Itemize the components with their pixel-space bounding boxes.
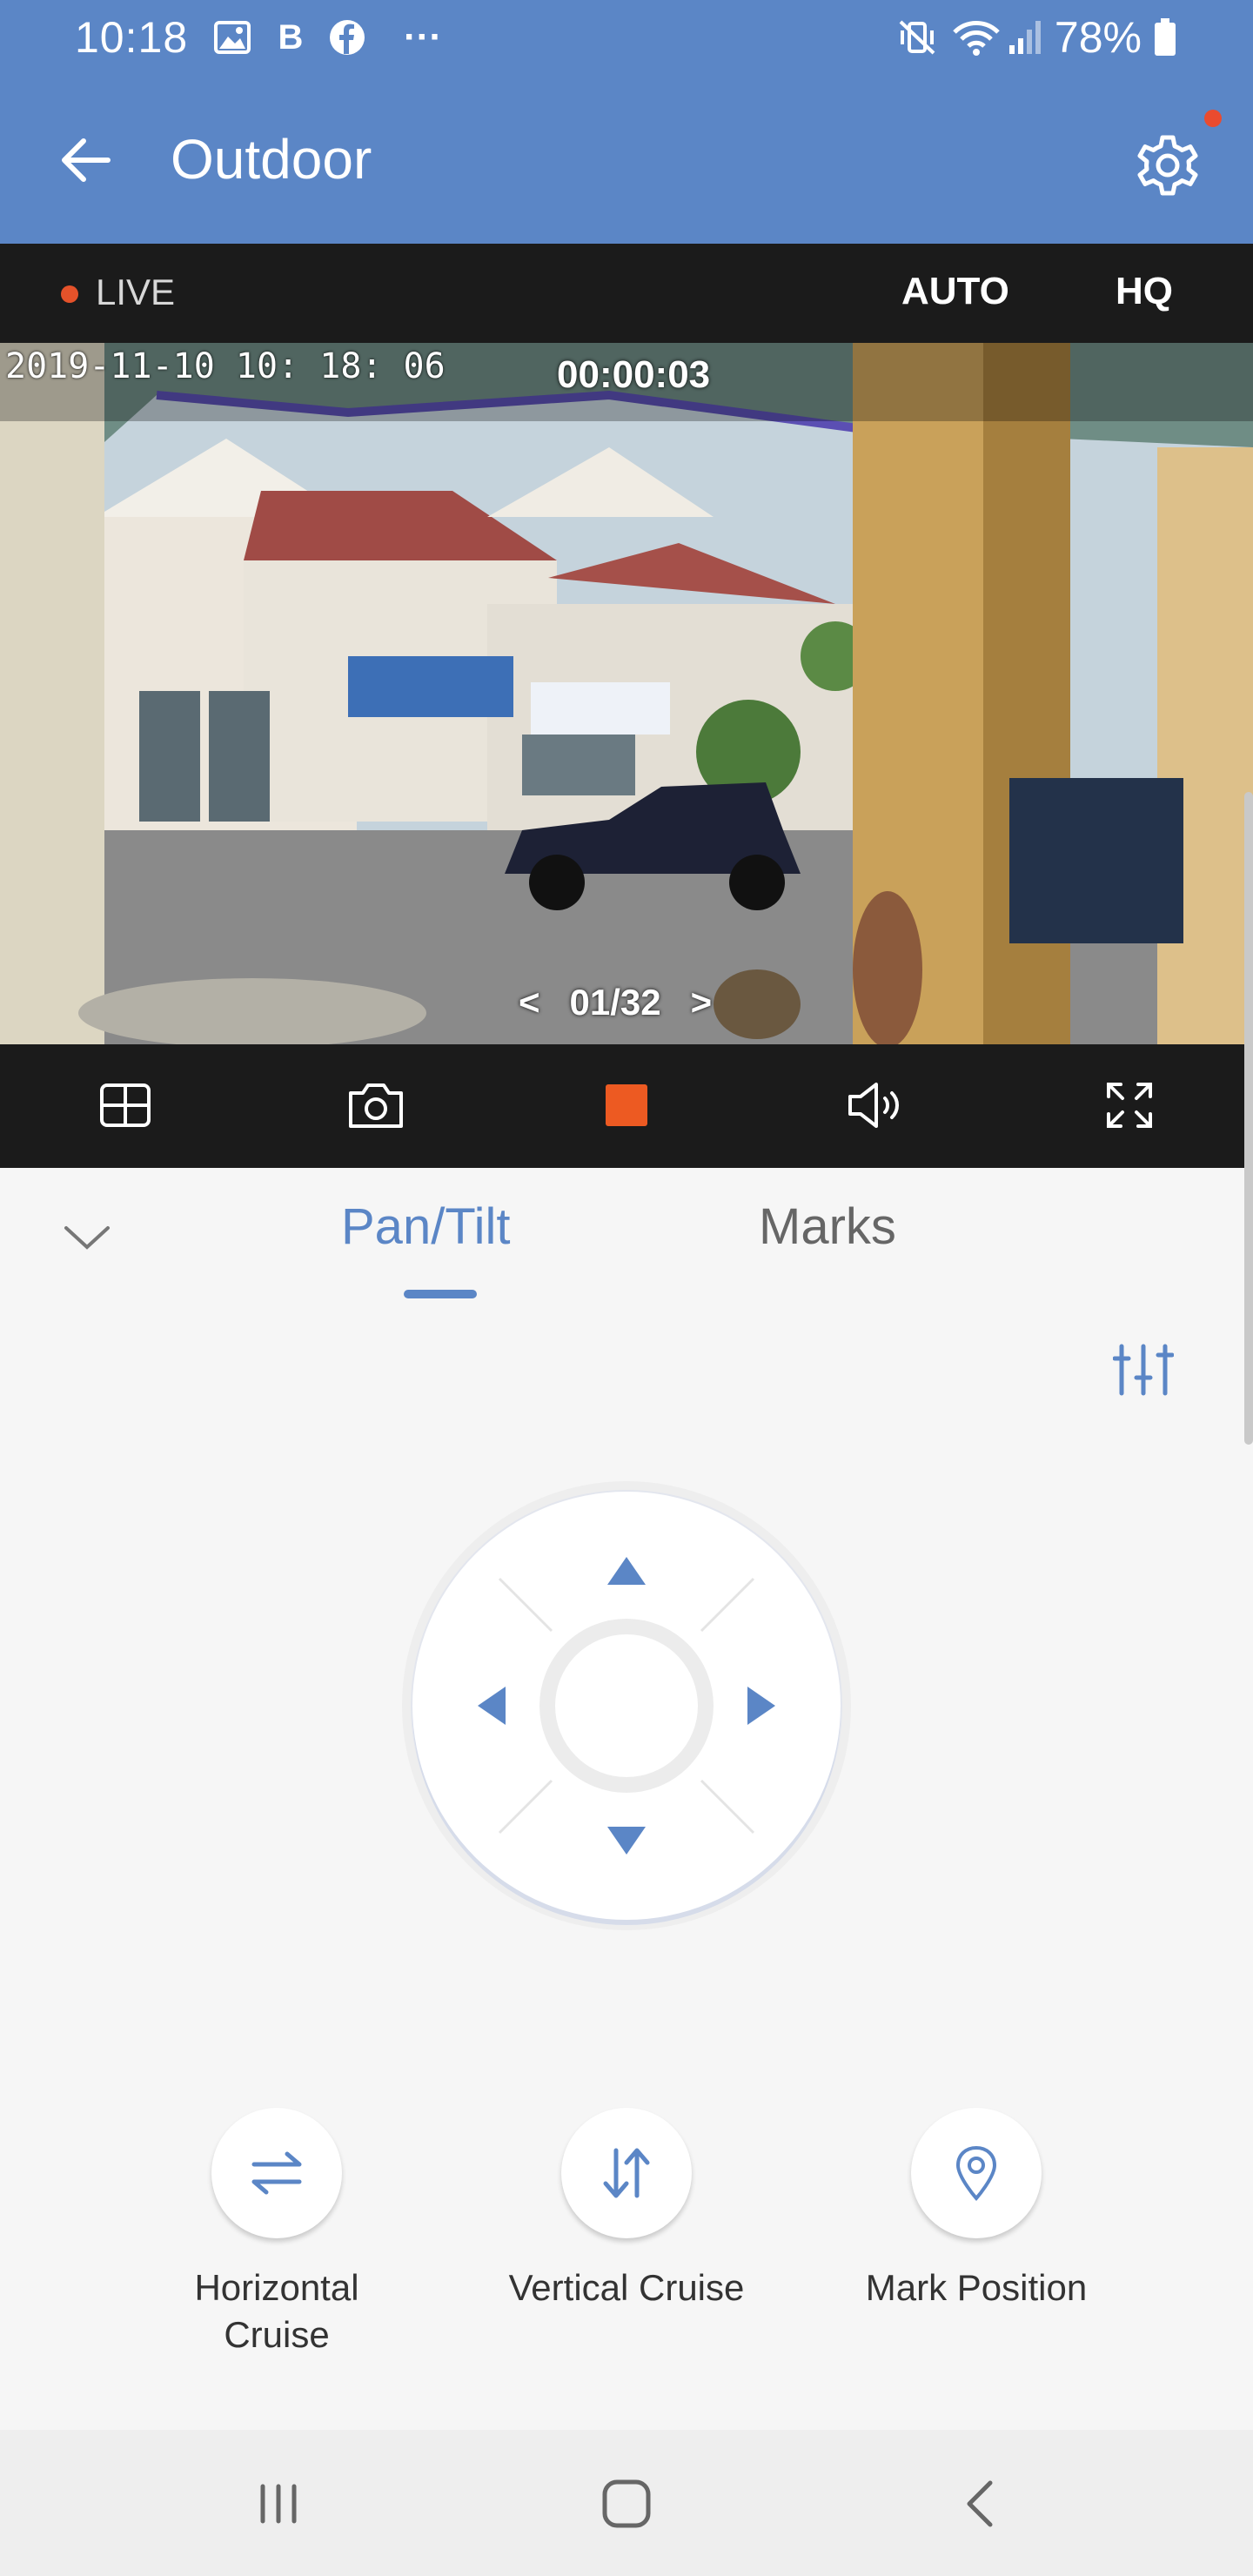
live-indicator-dot (61, 285, 78, 303)
signal-icon (1006, 17, 1044, 57)
home-button[interactable] (583, 2465, 670, 2543)
back-button[interactable] (50, 125, 120, 195)
settings-button[interactable] (1122, 120, 1213, 211)
mark-position-action[interactable]: Mark Position (828, 2108, 1124, 2311)
collapse-panel-button[interactable] (52, 1211, 122, 1264)
snapshot-camera-icon (349, 1083, 403, 1128)
quality-auto-button[interactable]: AUTO (901, 270, 1009, 313)
pan-right-button[interactable] (722, 1667, 801, 1745)
pan-down-button[interactable] (587, 1801, 666, 1880)
vertical-cruise-action[interactable]: Vertical Cruise (479, 2108, 774, 2311)
speaker-icon (848, 1083, 899, 1128)
facebook-icon (327, 17, 367, 57)
battery-icon (1152, 17, 1178, 57)
channel-next-button[interactable]: > (691, 982, 713, 1023)
arrow-up-icon (607, 1557, 646, 1585)
home-icon (602, 2479, 651, 2528)
status-time: 10:18 (75, 13, 189, 62)
arrow-left-triangle-icon (478, 1687, 506, 1725)
channel-prev-button[interactable]: < (519, 982, 540, 1023)
chevron-down-icon (64, 1226, 110, 1250)
scroll-indicator (1244, 792, 1253, 1445)
record-button[interactable] (583, 1062, 670, 1149)
more-dots-icon: ··· (404, 16, 442, 58)
wifi-icon (950, 17, 1002, 57)
arrow-down-icon (607, 1827, 646, 1855)
multi-view-grid-icon (100, 1083, 151, 1127)
live-bar: LIVE AUTO HQ (0, 244, 1253, 343)
gallery-icon (212, 17, 252, 57)
arrow-right-triangle-icon (747, 1687, 775, 1725)
tab-pan-tilt[interactable]: Pan/Tilt (341, 1197, 510, 1256)
sliders-icon (1113, 1344, 1174, 1396)
b-app-icon: B (278, 17, 304, 57)
multi-view-button[interactable] (82, 1062, 169, 1149)
app-bar: Outdoor (0, 77, 1253, 244)
horizontal-cruise-action[interactable]: Horizontal Cruise (129, 2108, 425, 2358)
ptz-settings-button[interactable] (1098, 1325, 1189, 1415)
channel-indicator: 01/32 (569, 982, 661, 1023)
audio-button[interactable] (834, 1062, 921, 1149)
fullscreen-button[interactable] (1086, 1062, 1173, 1149)
snapshot-button[interactable] (332, 1062, 419, 1149)
recording-timer: 00:00:03 (557, 353, 711, 396)
back-icon (967, 2480, 993, 2527)
recent-apps-button[interactable] (235, 2465, 322, 2543)
battery-percent: 78% (1054, 13, 1142, 62)
system-back-button[interactable] (936, 2465, 1023, 2543)
mute-vibrate-icon (896, 17, 938, 57)
joystick-center[interactable] (539, 1619, 714, 1793)
video-timestamp: 2019-11-10 10: 18: 06 (5, 346, 446, 386)
pan-up-button[interactable] (587, 1532, 666, 1610)
mark-position-label: Mark Position (865, 2267, 1088, 2308)
vertical-cruise-label: Vertical Cruise (508, 2267, 745, 2308)
pan-left-button[interactable] (452, 1667, 531, 1745)
stop-recording-icon (606, 1084, 647, 1126)
channel-navigator: < 01/32 > (519, 982, 712, 1023)
notification-dot (1204, 110, 1222, 127)
vertical-cruise-button[interactable] (561, 2108, 692, 2238)
mark-position-button[interactable] (911, 2108, 1042, 2238)
live-label: LIVE (96, 272, 176, 312)
fullscreen-icon (1107, 1083, 1152, 1128)
gear-icon (1137, 135, 1198, 196)
recent-apps-icon (260, 2484, 297, 2524)
tab-marks[interactable]: Marks (759, 1197, 896, 1256)
quality-hq-button[interactable]: HQ (1116, 270, 1173, 313)
camera-scene-image (0, 343, 1253, 1044)
arrow-left-icon (62, 138, 111, 182)
ptz-control-panel: Pan/Tilt Marks Horizontal Cruise Vertica… (0, 1168, 1253, 2430)
active-tab-indicator (404, 1290, 477, 1298)
location-pin-icon (955, 2145, 997, 2202)
video-control-toolbar (0, 1044, 1253, 1168)
horizontal-cruise-label: Horizontal Cruise (194, 2267, 359, 2355)
horizontal-swap-arrows-icon (251, 2151, 302, 2195)
system-nav-bar (0, 2430, 1253, 2576)
page-title: Outdoor (171, 128, 372, 191)
horizontal-cruise-button[interactable] (211, 2108, 342, 2238)
status-bar: 10:18 B ··· 78% (0, 0, 1253, 77)
vertical-swap-arrows-icon (603, 2148, 650, 2198)
pan-tilt-joystick[interactable] (412, 1492, 841, 1920)
live-video-feed[interactable]: 2019-11-10 10: 18: 06 00:00:03 < 01/32 > (0, 343, 1253, 1044)
